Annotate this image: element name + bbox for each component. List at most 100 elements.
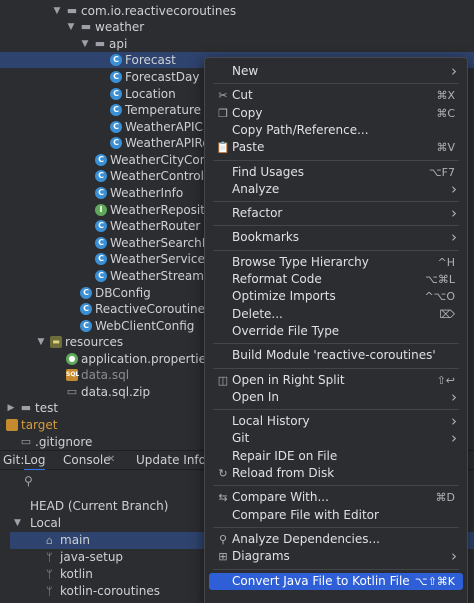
menu-separator [213, 409, 459, 411]
tree-node-label: data.sql [81, 368, 130, 382]
class-icon: C [80, 287, 92, 299]
menu-item-label: Bookmarks [232, 230, 300, 245]
tree-node-label: WeatherService [110, 252, 205, 266]
class-icon: C [95, 237, 107, 249]
tree-node-label: weather [95, 20, 145, 34]
file-icon: ▭ [20, 435, 32, 448]
class-icon: C [95, 187, 107, 199]
chevron-right-icon: › [451, 547, 457, 566]
tree-node-label: Location [125, 87, 176, 101]
chevron-down-icon[interactable]: ▼ [52, 3, 62, 19]
menu-item-analyze-dependencies[interactable]: ⚲ Analyze Dependencies... [209, 531, 463, 548]
menu-item-paste[interactable]: 📋 Paste ⌘V [209, 139, 463, 156]
menu-item-browse-type-hierarchy[interactable]: Browse Type Hierarchy ^H [209, 254, 463, 271]
chevron-right-icon: › [451, 412, 457, 431]
menu-item-shortcut: ⌥⌘L [425, 273, 455, 286]
menu-item-new[interactable]: New › [209, 63, 463, 80]
menu-item-copy-path-reference[interactable]: Copy Path/Reference... [209, 122, 463, 139]
menu-item-bookmarks[interactable]: Bookmarks › [209, 229, 463, 246]
cut-icon: ✂ [218, 89, 228, 103]
chevron-right-icon[interactable]: ▶ [6, 400, 16, 416]
tree-node[interactable]: ▼ ▬ api [0, 36, 474, 52]
menu-item-label: Copy [232, 105, 263, 120]
menu-item-build-module-reactive-coroutines[interactable]: Build Module 'reactive-coroutines' [209, 347, 463, 364]
branch-icon: ᛘ [46, 585, 53, 598]
menu-item-reload-from-disk[interactable]: ↻ Reload from Disk [209, 465, 463, 482]
chevron-down-icon[interactable]: ▼ [14, 515, 21, 532]
tab-log[interactable]: Log [24, 451, 46, 471]
menu-item-convert-java-file-to-kotlin-file[interactable]: Convert Java File to Kotlin File ⌥⇧⌘K [209, 572, 463, 590]
menu-item-shortcut: ⌘X [436, 89, 455, 103]
class-icon: C [95, 253, 107, 265]
menu-item-repair-ide-on-file[interactable]: Repair IDE on File [209, 448, 463, 465]
chevron-right-icon: › [451, 179, 457, 198]
menu-separator [213, 249, 459, 251]
local-group-label: Local [30, 516, 62, 530]
chevron-down-icon[interactable]: ▼ [66, 19, 76, 35]
menu-item-optimize-imports[interactable]: Optimize Imports ^⌥O [209, 288, 463, 305]
branch-icon: ᛘ [46, 551, 53, 564]
tree-node[interactable]: ▼ ▬ com.io.reactivecoroutines [0, 3, 474, 19]
menu-item-override-file-type[interactable]: Override File Type [209, 323, 463, 340]
file-icon: ▭ [66, 385, 78, 398]
menu-separator [213, 485, 459, 487]
menu-item-label: Local History [232, 414, 310, 429]
menu-item-label: Diagrams [232, 549, 290, 564]
tree-node-label: WeatherRouter [110, 219, 201, 233]
sql-icon: SQL [66, 369, 79, 381]
menu-item-shortcut: ^H [437, 255, 456, 269]
menu-separator [213, 201, 459, 203]
menu-item-compare-file-with-editor[interactable]: Compare File with Editor [209, 507, 463, 524]
menu-item-label: Analyze Dependencies... [232, 531, 380, 546]
chevron-right-icon[interactable]: ▶ [0, 417, 2, 433]
branch-label: java-setup [60, 550, 124, 564]
menu-item-label: Build Module 'reactive-coroutines' [232, 348, 436, 363]
menu-item-delete[interactable]: Delete... ⌦ [209, 306, 463, 323]
menu-item-label: Analyze [232, 181, 280, 196]
branch-icon: ᛘ [46, 568, 53, 581]
menu-item-local-history[interactable]: Local History › [209, 413, 463, 430]
tree-node-label: test [35, 401, 59, 415]
menu-item-reformat-code[interactable]: Reformat Code ⌥⌘L [209, 271, 463, 288]
folder-icon: ▬ [66, 4, 78, 17]
menu-item-open-in-right-split[interactable]: ◫ Open in Right Split ⇧↩ [209, 372, 463, 389]
head-branch-label: HEAD (Current Branch) [30, 499, 169, 513]
tree-node-label: WebClientConfig [95, 319, 195, 333]
tree-node[interactable]: ▼ ▬ weather [0, 19, 474, 35]
menu-item-diagrams[interactable]: ⊞ Diagrams › [209, 548, 463, 565]
tree-node-label: DBConfig [95, 286, 151, 300]
menu-item-open-in[interactable]: Open In › [209, 388, 463, 406]
tree-node-label: ForecastDay [125, 70, 200, 84]
menu-item-refactor[interactable]: Refactor › [209, 205, 463, 222]
chevron-down-icon[interactable]: ▼ [80, 36, 90, 52]
menu-item-git[interactable]: Git › [209, 430, 463, 447]
tab-console[interactable]: Console [63, 451, 111, 469]
class-icon: C [95, 270, 107, 282]
class-icon: C [95, 170, 107, 182]
menu-item-cut[interactable]: ✂ Cut ⌘X [209, 87, 463, 104]
search-icon[interactable]: ⚲ [24, 474, 33, 488]
close-icon[interactable]: ✕ [107, 451, 115, 469]
menu-item-find-usages[interactable]: Find Usages ⌥F7 [209, 164, 463, 181]
menu-item-label: Compare With... [232, 490, 329, 505]
iface-icon: I [95, 204, 107, 216]
class-icon: C [110, 54, 122, 66]
menu-item-compare-with[interactable]: ⇆ Compare With... ⌘D [209, 489, 463, 506]
class-icon: C [110, 104, 122, 116]
menu-item-analyze[interactable]: Analyze › [209, 179, 463, 198]
menu-item-label: Browse Type Hierarchy [232, 254, 369, 269]
menu-item-label: Cut [232, 88, 253, 103]
menu-item-shortcut: ⌥⇧⌘K [414, 574, 455, 588]
menu-item-label: Refactor [232, 206, 283, 221]
menu-item-shortcut: ⌦ [439, 307, 455, 321]
menu-separator [213, 343, 459, 345]
tree-node-label: com.io.reactivecoroutines [81, 4, 237, 18]
menu-item-label: Optimize Imports [232, 289, 336, 304]
menu-item-label: Compare File with Editor [232, 507, 379, 522]
chevron-down-icon[interactable]: ▼ [36, 334, 46, 350]
tree-node-label: WeatherInfo [110, 186, 184, 200]
copy-icon: ❐ [218, 106, 228, 120]
menu-item-label: Reformat Code [232, 272, 322, 286]
folder-icon: ▬ [94, 37, 106, 50]
menu-item-copy[interactable]: ❐ Copy ⌘C [209, 105, 463, 122]
